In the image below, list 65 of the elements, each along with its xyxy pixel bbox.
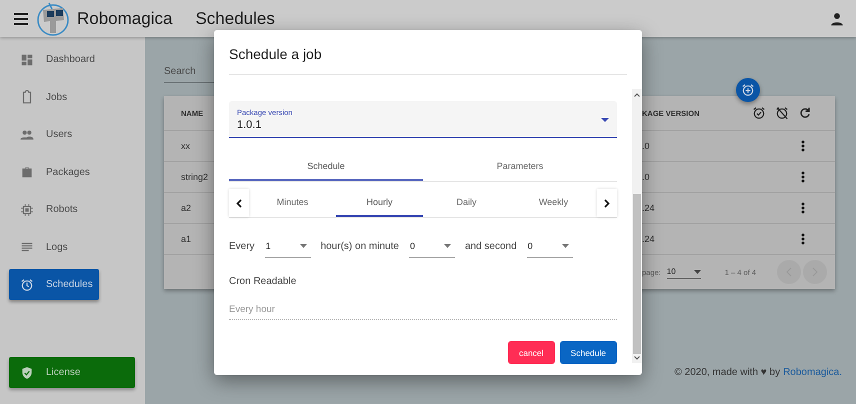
brand-name: Robomagica bbox=[77, 8, 172, 28]
caret-icon bbox=[300, 244, 307, 248]
period-tab[interactable]: Minutes bbox=[249, 189, 336, 217]
more-options-icon[interactable] bbox=[801, 171, 805, 183]
account-button[interactable] bbox=[830, 12, 844, 26]
tab[interactable]: Parameters bbox=[423, 152, 617, 181]
more-options-icon[interactable] bbox=[801, 140, 805, 152]
caret-icon bbox=[444, 244, 451, 248]
per-page-select[interactable]: 10 bbox=[666, 266, 701, 278]
table-cell: string2 bbox=[181, 172, 208, 182]
period-tab[interactable]: Daily bbox=[423, 189, 510, 217]
caret-icon bbox=[601, 118, 609, 122]
rule-text: and second bbox=[464, 240, 517, 252]
page-title: Schedules bbox=[195, 8, 276, 28]
table-cell: .24 bbox=[642, 234, 655, 244]
nav-item[interactable]: Dashboard bbox=[9, 44, 101, 75]
menu-button[interactable] bbox=[14, 12, 28, 24]
briefcase-icon bbox=[20, 165, 34, 179]
period-tab[interactable]: Hourly bbox=[336, 189, 423, 217]
chevron-right-icon[interactable] bbox=[597, 189, 617, 217]
clipboard-icon bbox=[20, 90, 34, 104]
cron-readable-label: Cron Readable bbox=[229, 276, 298, 287]
chip-icon bbox=[20, 202, 34, 216]
dashboard-icon bbox=[20, 52, 34, 66]
nav-item[interactable]: Users bbox=[9, 119, 78, 150]
nav-item[interactable]: Logs bbox=[9, 232, 74, 262]
license-button[interactable]: License bbox=[9, 357, 135, 388]
alarm-plus-icon bbox=[741, 83, 755, 97]
alarm-check-icon[interactable] bbox=[752, 106, 766, 120]
schedule-button[interactable]: Schedule bbox=[560, 341, 617, 364]
more-options-icon[interactable] bbox=[801, 233, 805, 245]
table-cell: xx bbox=[181, 141, 190, 151]
period-tab[interactable]: Weekly bbox=[510, 189, 597, 217]
cron-readable-field[interactable]: Every hour bbox=[229, 295, 617, 320]
alarm-off-icon[interactable] bbox=[775, 106, 789, 120]
dialog-title: Schedule a job bbox=[229, 30, 627, 75]
nav-item[interactable]: Schedules bbox=[9, 269, 99, 300]
cancel-button[interactable]: cancel bbox=[508, 341, 555, 364]
more-options-icon[interactable] bbox=[801, 202, 805, 214]
chevron-left-icon[interactable] bbox=[229, 189, 249, 217]
refresh-icon[interactable] bbox=[798, 106, 812, 120]
value-select[interactable]: 1 bbox=[264, 234, 311, 258]
table-cell: a1 bbox=[181, 234, 192, 244]
value-select[interactable]: 0 bbox=[408, 234, 455, 258]
robot-logo bbox=[35, 0, 71, 36]
shield-check-icon bbox=[20, 366, 34, 380]
nav-item[interactable]: Packages bbox=[9, 156, 96, 188]
caret-icon bbox=[694, 270, 701, 274]
table-cell: a2 bbox=[181, 203, 192, 213]
tab[interactable]: Schedule bbox=[229, 152, 423, 181]
table-cell: .24 bbox=[642, 203, 655, 213]
lines-icon bbox=[20, 240, 34, 254]
value-select[interactable]: 0 bbox=[526, 234, 573, 258]
rule-text: Every bbox=[229, 240, 255, 252]
nav-item[interactable]: Jobs bbox=[9, 82, 74, 112]
caret-icon bbox=[562, 244, 569, 248]
table-cell: .0 bbox=[642, 172, 650, 182]
table-cell: .0 bbox=[642, 141, 650, 151]
footer-text: © 2020, made with ♥ by bbox=[674, 367, 780, 378]
people-icon bbox=[20, 128, 34, 142]
nav-item[interactable]: Robots bbox=[9, 194, 84, 225]
rule-text: hour(s) on minute bbox=[320, 240, 399, 252]
add-alarm-button[interactable] bbox=[736, 78, 760, 102]
alarm-icon bbox=[20, 278, 34, 292]
scrollbar[interactable] bbox=[632, 89, 642, 363]
